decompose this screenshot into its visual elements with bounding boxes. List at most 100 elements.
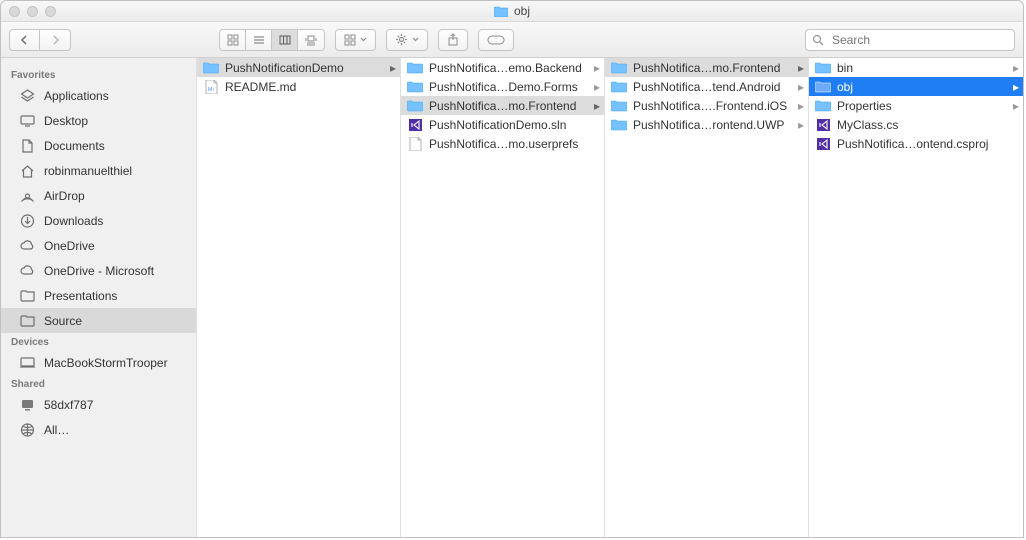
mac-icon [19,355,36,370]
folder-item[interactable]: obj▸ [809,77,1023,96]
svg-text:M↓: M↓ [208,87,215,93]
file-vs-icon [815,118,831,132]
folder-icon [611,80,627,94]
folder-item[interactable]: PushNotifica…rontend.UWP▸ [605,115,808,134]
apps-icon [19,88,36,103]
sidebar-item-macbookstormtrooper[interactable]: MacBookStormTrooper [1,350,196,375]
item-label: PushNotifica…mo.Frontend [633,61,788,75]
view-switcher [219,29,325,51]
sidebar-item-label: Documents [44,139,105,153]
folder-item[interactable]: PushNotifica…tend.Android▸ [605,77,808,96]
item-label: obj [837,80,1003,94]
folder-item[interactable]: PushNotifica…mo.Frontend▸ [401,96,604,115]
sidebar-item-onedrive-microsoft[interactable]: OneDrive - Microsoft [1,258,196,283]
sidebar-item-58dxf787[interactable]: 58dxf787 [1,392,196,417]
sidebar-item-label: Downloads [44,214,103,228]
view-columns-button[interactable] [272,30,298,50]
item-label: README.md [225,80,396,94]
file-item[interactable]: PushNotificationDemo.sln [401,115,604,134]
column: PushNotificationDemo ▸ M↓ README.md [197,58,401,537]
pc-icon [19,397,36,412]
chevron-right-icon: ▸ [794,61,804,75]
airdrop-icon [19,188,36,203]
share-button[interactable] [438,29,468,51]
sidebar: Favorites Applications Desktop Documents rob… [1,58,197,537]
sidebar-item-applications[interactable]: Applications [1,83,196,108]
sidebar-item-all-[interactable]: All… [1,417,196,442]
search-icon [812,34,824,46]
sidebar-item-label: 58dxf787 [44,398,93,412]
folder-item[interactable]: PushNotifica…mo.Frontend ▸ [605,58,808,77]
item-label: PushNotificationDemo.sln [429,118,600,132]
folder-item[interactable]: PushNotifica…emo.Backend ▸ [401,58,604,77]
item-label: MyClass.cs [837,118,1019,132]
sidebar-item-airdrop[interactable]: AirDrop [1,183,196,208]
sidebar-item-presentations[interactable]: Presentations [1,283,196,308]
folder-icon [611,99,627,113]
sidebar-item-label: robinmanuelthiel [44,164,132,178]
folder-item[interactable]: PushNotifica…Demo.Forms▸ [401,77,604,96]
file-item[interactable]: PushNotifica…mo.userprefs [401,134,604,153]
item-label: PushNotifica…ontend.csproj [837,137,1019,151]
file-item[interactable]: PushNotifica…ontend.csproj [809,134,1023,153]
downloads-icon [19,213,36,228]
file-vs-icon [407,118,423,132]
column: PushNotifica…emo.Backend▸PushNotifica…De… [401,58,605,537]
forward-button[interactable] [40,30,70,50]
chevron-right-icon: ▸ [590,80,600,94]
back-button[interactable] [10,30,40,50]
window-body: Favorites Applications Desktop Documents rob… [1,58,1023,537]
item-label: PushNotifica…mo.userprefs [429,137,600,151]
chevron-down-icon [412,37,419,42]
chevron-right-icon: ▸ [794,118,804,132]
action-menu[interactable] [386,29,428,51]
chevron-right-icon: ▸ [590,61,600,75]
item-label: PushNotifica…tend.Android [633,80,788,94]
search-field[interactable] [805,29,1015,51]
view-icon-button[interactable] [220,30,246,50]
sidebar-item-onedrive[interactable]: OneDrive [1,233,196,258]
folder-icon [611,61,627,75]
item-label: PushNotifica…emo.Backend [429,61,584,75]
sidebar-item-source[interactable]: Source [1,308,196,333]
sidebar-heading: Favorites [1,66,196,83]
globe-icon [19,422,36,437]
home-icon [19,163,36,178]
sidebar-item-documents[interactable]: Documents [1,133,196,158]
folder-icon [407,99,423,113]
gear-icon [395,33,408,46]
sidebar-item-robinmanuelthiel[interactable]: robinmanuelthiel [1,158,196,183]
folder-icon [494,6,508,17]
desktop-icon [19,113,36,128]
titlebar: obj [1,1,1023,22]
item-label: bin [837,61,1003,75]
folder-icon [815,80,831,94]
search-input[interactable] [830,32,1008,48]
sidebar-item-label: Applications [44,89,109,103]
chevron-right-icon: ▸ [794,99,804,113]
onedrive-icon [19,263,36,278]
arrange-menu[interactable] [335,29,376,51]
chevron-right-icon: ▸ [386,61,396,75]
view-list-button[interactable] [246,30,272,50]
folder-item[interactable]: Properties▸ [809,96,1023,115]
view-coverflow-button[interactable] [298,30,324,50]
sidebar-heading: Shared [1,375,196,392]
onedrive-icon [19,238,36,253]
folder-side-icon [19,313,36,328]
chevron-right-icon: ▸ [1009,99,1019,113]
file-item[interactable]: M↓ README.md [197,77,400,96]
tags-button[interactable] [478,29,514,51]
folder-item[interactable]: PushNotifica….Frontend.iOS▸ [605,96,808,115]
sidebar-item-label: Desktop [44,114,88,128]
item-label: PushNotificationDemo [225,61,380,75]
window-title: obj [1,4,1023,18]
folder-item[interactable]: PushNotificationDemo ▸ [197,58,400,77]
sidebar-item-desktop[interactable]: Desktop [1,108,196,133]
file-item[interactable]: MyClass.cs [809,115,1023,134]
window-title-text: obj [514,4,530,18]
sidebar-item-label: MacBookStormTrooper [44,356,168,370]
folder-item[interactable]: bin▸ [809,58,1023,77]
item-label: PushNotifica…mo.Frontend [429,99,584,113]
sidebar-item-downloads[interactable]: Downloads [1,208,196,233]
